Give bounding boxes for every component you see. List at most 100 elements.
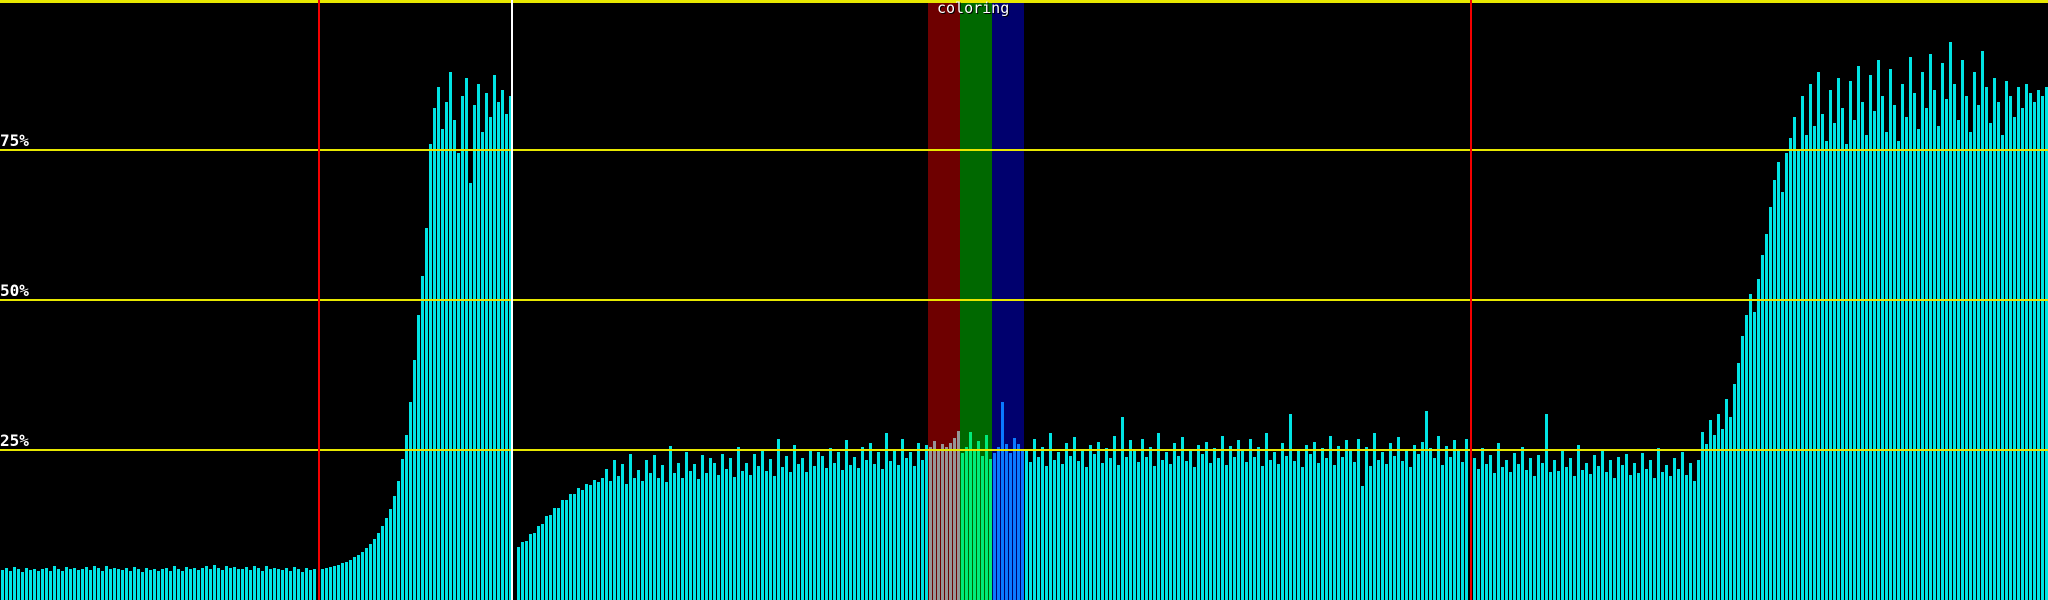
histogram-bar	[1925, 108, 1928, 600]
histogram-bar	[33, 569, 36, 600]
y-tick-label-75: 75%	[0, 133, 29, 149]
histogram-bar	[1061, 464, 1064, 600]
histogram-bar	[757, 466, 760, 600]
histogram-bar	[461, 96, 464, 600]
histogram-bar	[481, 132, 484, 600]
histogram-bar	[1785, 153, 1788, 600]
histogram-bar	[297, 569, 300, 600]
histogram-bar	[381, 526, 384, 600]
histogram-bar	[1669, 476, 1672, 600]
histogram-bar	[1245, 462, 1248, 600]
histogram-bar	[525, 541, 528, 600]
histogram-bar	[1505, 460, 1508, 600]
histogram-bar	[777, 439, 780, 600]
histogram-bar	[1509, 472, 1512, 600]
histogram-bar	[1433, 458, 1436, 600]
histogram-bar	[89, 570, 92, 600]
histogram-bar	[937, 450, 940, 600]
histogram-bar	[477, 84, 480, 600]
histogram-bar	[349, 560, 352, 600]
histogram-bar	[109, 569, 112, 600]
histogram-bar	[121, 570, 124, 600]
histogram-bar	[585, 484, 588, 600]
histogram-bar	[413, 360, 416, 600]
histogram-bar	[929, 447, 932, 600]
histogram-bar	[1309, 454, 1312, 600]
histogram-bar	[933, 441, 936, 600]
histogram-bar	[1153, 466, 1156, 600]
histogram-bar	[1397, 437, 1400, 600]
histogram-bar	[1021, 450, 1024, 600]
histogram-bar	[597, 482, 600, 600]
histogram-bar	[2025, 84, 2028, 600]
histogram-bar	[445, 102, 448, 600]
histogram-bar	[1905, 117, 1908, 600]
histogram-bar	[1277, 464, 1280, 600]
histogram-bar	[1357, 439, 1360, 600]
histogram-bar	[1729, 417, 1732, 600]
histogram-bar	[1685, 475, 1688, 600]
histogram-bar	[825, 468, 828, 600]
histogram-bar	[829, 448, 832, 600]
histogram-bar	[1697, 460, 1700, 600]
histogram-bar	[1373, 433, 1376, 600]
histogram-bar	[973, 450, 976, 600]
histogram-bar	[1545, 414, 1548, 600]
histogram-bar	[141, 572, 144, 600]
histogram-bar	[1933, 90, 1936, 600]
histogram-bar	[25, 568, 28, 600]
histogram-bar	[1589, 474, 1592, 600]
histogram-bar	[1869, 75, 1872, 600]
histogram-bar	[1641, 453, 1644, 600]
marker-white	[511, 0, 513, 600]
histogram-bar	[1977, 105, 1980, 600]
histogram-bar	[601, 478, 604, 600]
histogram-bar	[1297, 449, 1300, 600]
histogram-bar	[149, 570, 152, 600]
histogram-bar	[817, 452, 820, 600]
histogram-bar	[793, 445, 796, 600]
histogram-bar	[1961, 60, 1964, 600]
histogram-bar	[1305, 445, 1308, 600]
histogram-bar	[1413, 445, 1416, 600]
histogram-bar	[1865, 135, 1868, 600]
histogram-bar	[1157, 433, 1160, 600]
marker-red-2	[1470, 0, 1472, 600]
histogram-bar	[1429, 448, 1432, 600]
histogram-bar	[1861, 102, 1864, 600]
histogram-bar	[873, 464, 876, 600]
histogram-bar	[393, 496, 396, 600]
histogram-bar	[1165, 452, 1168, 600]
histogram-bar	[517, 547, 520, 600]
histogram-bar	[821, 456, 824, 600]
histogram-bar	[697, 479, 700, 600]
histogram-bar	[901, 439, 904, 600]
histogram-bar	[1969, 132, 1972, 600]
histogram-bar	[813, 466, 816, 600]
histogram-bar	[725, 469, 728, 600]
histogram-bar	[153, 569, 156, 600]
histogram-bar	[1721, 429, 1724, 600]
histogram-bar	[809, 449, 812, 600]
gridline-25	[0, 449, 2048, 451]
gridline-50	[0, 299, 2048, 301]
histogram-bar	[225, 566, 228, 600]
histogram-bar	[761, 449, 764, 600]
histogram-bar	[53, 566, 56, 600]
histogram-bar	[849, 465, 852, 600]
histogram-bar	[1, 570, 4, 600]
histogram-bar	[865, 460, 868, 600]
histogram-bar	[1625, 454, 1628, 600]
histogram-bar	[501, 90, 504, 600]
histogram-bar	[73, 568, 76, 600]
histogram-bar	[389, 509, 392, 600]
histogram-bar	[133, 567, 136, 600]
histogram-bar	[1161, 460, 1164, 600]
histogram-bar	[421, 276, 424, 600]
histogram-bar	[97, 568, 100, 600]
histogram-bar	[1477, 469, 1480, 600]
histogram-bar	[1369, 466, 1372, 600]
histogram-bar	[41, 569, 44, 600]
histogram-bar	[1217, 458, 1220, 600]
histogram-bar	[229, 568, 232, 600]
